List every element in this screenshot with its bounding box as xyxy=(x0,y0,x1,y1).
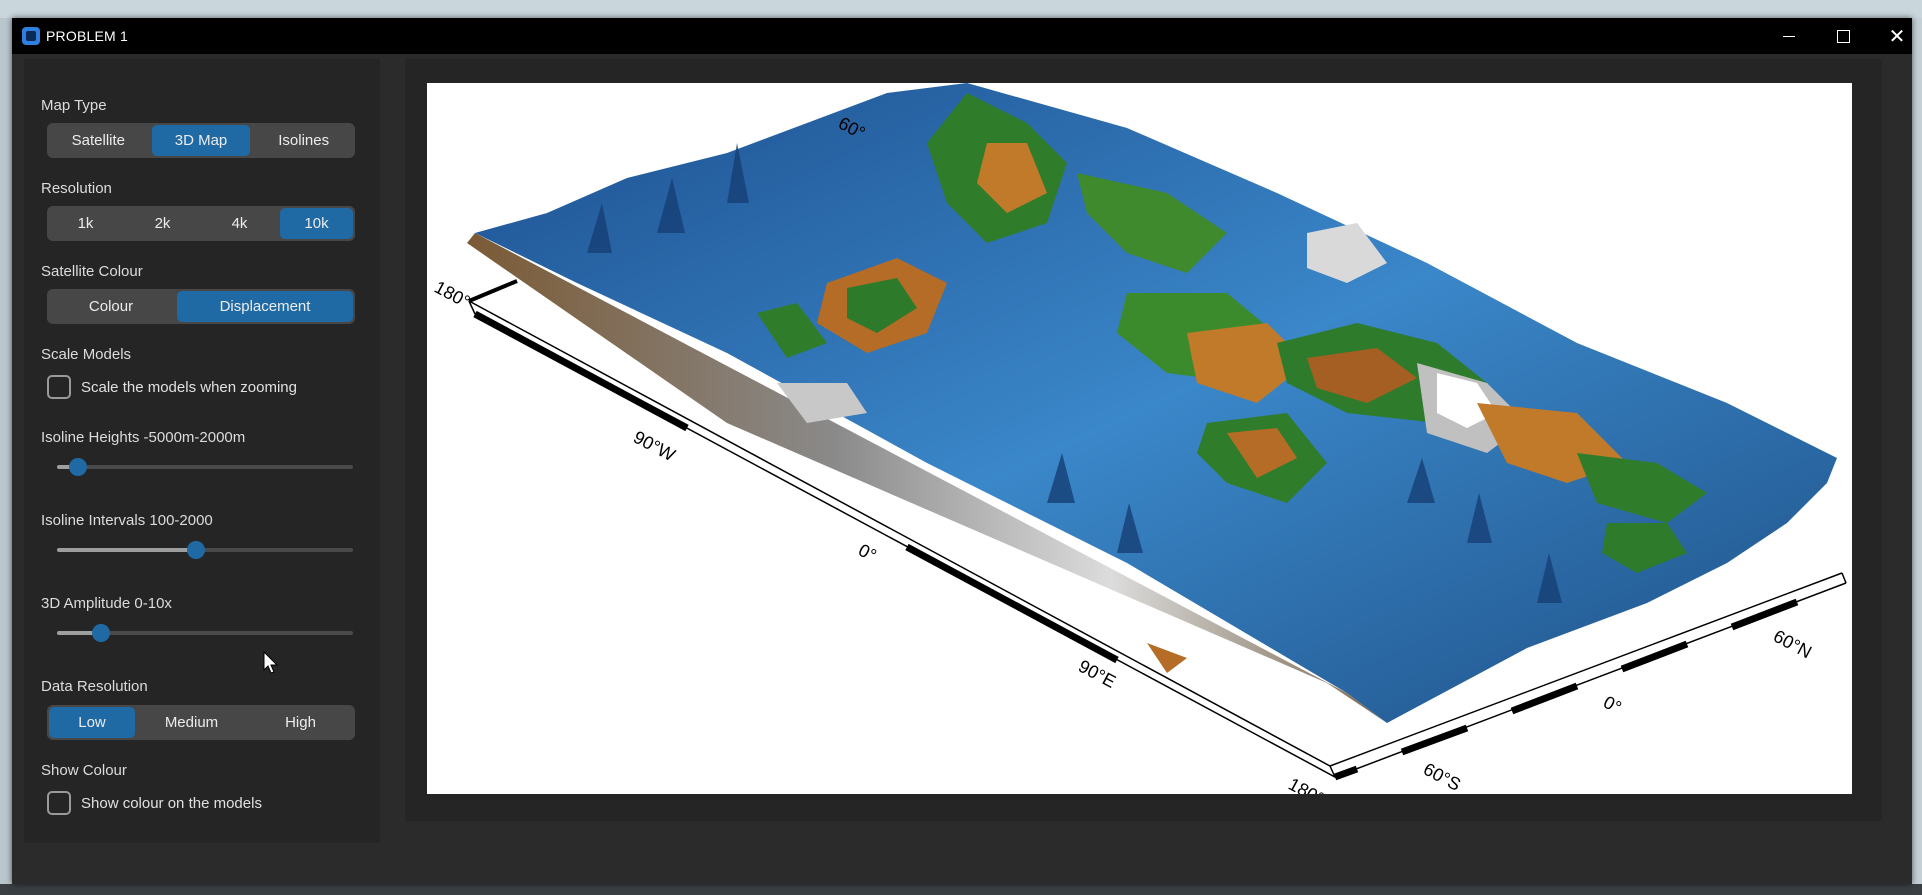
close-icon: ✕ xyxy=(1888,25,1906,48)
isoline-heights-label: Isoline Heights -5000m-2000m xyxy=(41,429,246,446)
scale-models-checkbox[interactable] xyxy=(47,375,71,399)
slider-thumb[interactable] xyxy=(92,624,111,642)
isoline-intervals-slider[interactable] xyxy=(57,540,353,560)
axis-label-0-latitude: 0° xyxy=(1600,692,1625,718)
title-bar[interactable]: PROBLEM 1 ✕ xyxy=(12,18,1912,54)
slider-thumb[interactable] xyxy=(187,541,206,559)
data-resolution-medium-button[interactable]: Medium xyxy=(139,707,244,738)
slider-thumb[interactable] xyxy=(68,458,87,476)
terrain-ocean xyxy=(475,83,1837,723)
amplitude-slider[interactable] xyxy=(57,623,353,643)
resolution-label: Resolution xyxy=(41,180,112,197)
show-colour-checkbox[interactable] xyxy=(47,791,71,815)
map-type-3d-map-button[interactable]: 3D Map xyxy=(151,125,251,156)
scale-models-checkbox-label: Scale the models when zooming xyxy=(81,378,297,396)
maximize-button[interactable] xyxy=(1816,18,1870,54)
amplitude-label: 3D Amplitude 0-10x xyxy=(41,595,172,612)
axis-label-0-longitude: 0° xyxy=(855,540,880,566)
data-resolution-high-button[interactable]: High xyxy=(248,707,353,738)
desktop-background-right xyxy=(1912,18,1922,895)
axis-label-180-west: 180° xyxy=(431,277,473,312)
close-button[interactable]: ✕ xyxy=(1870,18,1922,54)
show-colour-row[interactable]: Show colour on the models xyxy=(47,791,262,815)
data-resolution-selector: Low Medium High xyxy=(47,705,355,740)
3d-terrain-map: 180° 90°W 0° 90°E 180° 60°S 0° 60°N 60° xyxy=(431,83,1847,794)
desktop-background-left xyxy=(0,18,12,895)
resolution-2k-button[interactable]: 2k xyxy=(126,208,199,239)
show-colour-checkbox-label: Show colour on the models xyxy=(81,794,262,812)
maximize-icon xyxy=(1836,29,1850,43)
show-colour-label: Show Colour xyxy=(41,762,127,779)
map-type-isolines-button[interactable]: Isolines xyxy=(254,125,353,156)
resolution-10k-button[interactable]: 10k xyxy=(280,208,353,239)
axis-label-60n: 60°N xyxy=(1770,626,1815,663)
satellite-colour-colour-button[interactable]: Colour xyxy=(49,291,173,322)
isoline-intervals-label: Isoline Intervals 100-2000 xyxy=(41,512,213,529)
data-resolution-low-button[interactable]: Low xyxy=(49,707,135,738)
satellite-colour-displacement-button[interactable]: Displacement xyxy=(177,291,353,322)
3d-map-viewport[interactable]: 180° 90°W 0° 90°E 180° 60°S 0° 60°N 60° xyxy=(427,83,1852,794)
map-type-satellite-button[interactable]: Satellite xyxy=(49,125,148,156)
window-title: PROBLEM 1 xyxy=(46,28,128,44)
minimize-button[interactable] xyxy=(1762,18,1816,54)
scale-models-row[interactable]: Scale the models when zooming xyxy=(47,375,297,399)
satellite-colour-label: Satellite Colour xyxy=(41,263,143,280)
resolution-1k-button[interactable]: 1k xyxy=(49,208,122,239)
desktop-background-bottom xyxy=(0,884,1922,895)
mouse-cursor-icon xyxy=(263,651,279,674)
map-type-label: Map Type xyxy=(41,97,107,114)
axis-label-180-east: 180° xyxy=(1285,774,1327,794)
slider-track xyxy=(57,465,353,469)
axis-label-60s: 60°S xyxy=(1420,759,1464,794)
scale-models-label: Scale Models xyxy=(41,346,132,363)
resolution-selector: 1k 2k 4k 10k xyxy=(47,206,355,241)
settings-sidebar: Map Type Satellite 3D Map Isolines Resol… xyxy=(24,59,380,843)
resolution-4k-button[interactable]: 4k xyxy=(203,208,276,239)
slider-fill xyxy=(57,548,197,552)
minimize-icon xyxy=(1783,35,1795,37)
axis-label-90w: 90°W xyxy=(630,427,678,465)
desktop-background xyxy=(0,0,1922,18)
data-resolution-label: Data Resolution xyxy=(41,678,148,695)
map-type-selector: Satellite 3D Map Isolines xyxy=(47,123,355,158)
isoline-heights-slider[interactable] xyxy=(57,457,353,477)
satellite-colour-selector: Colour Displacement xyxy=(47,289,355,324)
app-icon xyxy=(22,27,40,45)
